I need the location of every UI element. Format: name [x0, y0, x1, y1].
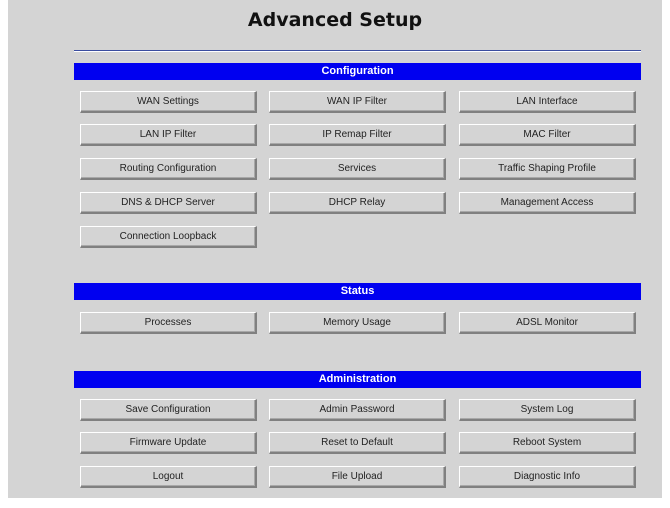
diagnostic-info-button[interactable]: Diagnostic Info [459, 466, 636, 488]
mac-filter-button[interactable]: MAC Filter [459, 124, 636, 146]
ip-remap-filter-button[interactable]: IP Remap Filter [269, 124, 446, 146]
status-section-header: Status [74, 283, 641, 300]
wan-settings-button[interactable]: WAN Settings [80, 91, 257, 113]
adsl-monitor-button[interactable]: ADSL Monitor [459, 312, 636, 334]
logout-button[interactable]: Logout [80, 466, 257, 488]
dhcp-relay-button[interactable]: DHCP Relay [269, 192, 446, 214]
advanced-setup-panel: Advanced Setup Configuration WAN Setting… [8, 0, 662, 498]
management-access-button[interactable]: Management Access [459, 192, 636, 214]
connection-loopback-button[interactable]: Connection Loopback [80, 226, 257, 248]
services-button[interactable]: Services [269, 158, 446, 180]
dns-dhcp-server-button[interactable]: DNS & DHCP Server [80, 192, 257, 214]
save-configuration-button[interactable]: Save Configuration [80, 399, 257, 421]
lan-interface-button[interactable]: LAN Interface [459, 91, 636, 113]
processes-button[interactable]: Processes [80, 312, 257, 334]
memory-usage-button[interactable]: Memory Usage [269, 312, 446, 334]
system-log-button[interactable]: System Log [459, 399, 636, 421]
page-title: Advanced Setup [247, 9, 423, 31]
title-divider [74, 50, 641, 52]
lan-ip-filter-button[interactable]: LAN IP Filter [80, 124, 257, 146]
routing-configuration-button[interactable]: Routing Configuration [80, 158, 257, 180]
reboot-system-button[interactable]: Reboot System [459, 432, 636, 454]
reset-to-default-button[interactable]: Reset to Default [269, 432, 446, 454]
file-upload-button[interactable]: File Upload [269, 466, 446, 488]
wan-ip-filter-button[interactable]: WAN IP Filter [269, 91, 446, 113]
administration-section-header: Administration [74, 371, 641, 388]
firmware-update-button[interactable]: Firmware Update [80, 432, 257, 454]
configuration-section-header: Configuration [74, 63, 641, 80]
admin-password-button[interactable]: Admin Password [269, 399, 446, 421]
traffic-shaping-profile-button[interactable]: Traffic Shaping Profile [459, 158, 636, 180]
